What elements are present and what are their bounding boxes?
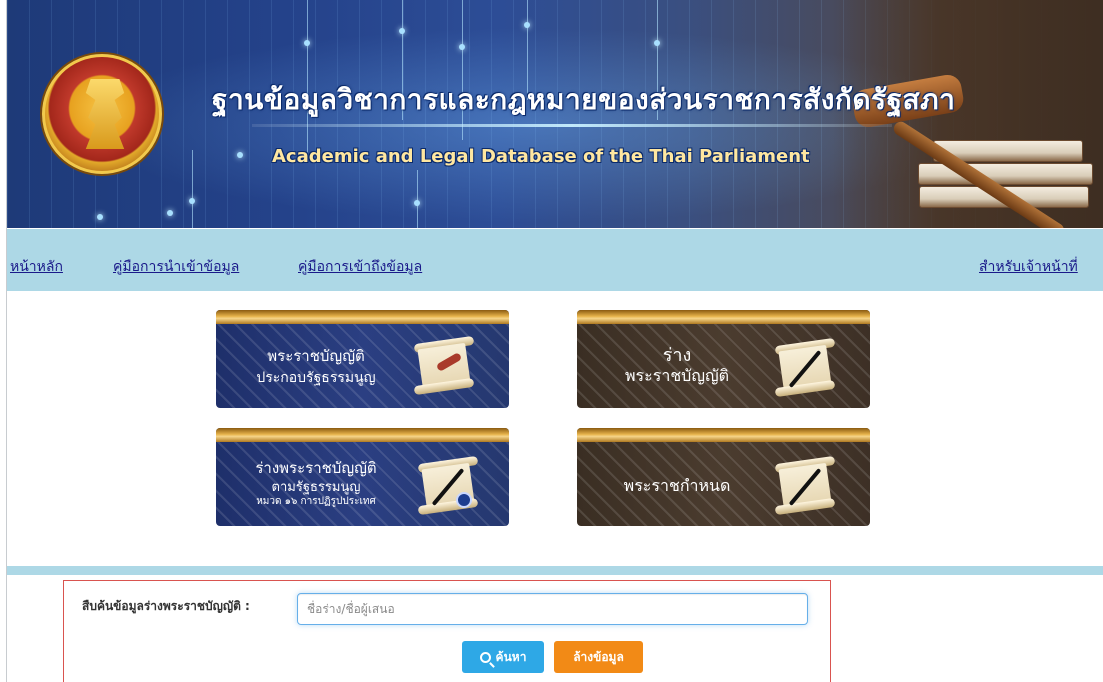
search-button-label: ค้นหา [495,649,527,664]
nav-staff-link[interactable]: สำหรับเจ้าหน้าที่ [979,256,1078,278]
search-button[interactable]: ค้นหา [462,641,544,673]
tile-label-line2: ประกอบรัฐธรรมนูญ [256,370,376,386]
nav-access-manual-link[interactable]: คู่มือการเข้าถึงข้อมูล [298,256,422,278]
tile-label-line1: พระราชกำหนด [623,476,731,495]
parliament-emblem-logo [42,54,162,174]
scroll-ribbon-icon [412,335,478,396]
scroll-seal-icon [416,455,482,516]
nav-home-link[interactable]: หน้าหลัก [10,256,63,278]
tile-royal-decree[interactable]: พระราชกำหนด [577,428,870,526]
tile-draft-act-constitution[interactable]: ร่างพระราชบัญญัติ ตามรัฐธรรมนูญ หมวด ๑๖ … [216,428,509,526]
scroll-pen-icon [773,337,839,398]
tile-organic-act[interactable]: พระราชบัญญัติ ประกอบรัฐธรรมนูญ [216,310,509,408]
tile-label-line1: พระราชบัญญัติ [267,347,365,365]
scroll-pen-icon [773,455,839,516]
section-divider [7,566,1103,575]
site-title-thai: ฐานข้อมูลวิชาการและกฎหมายของส่วนราชการสั… [212,83,956,116]
tile-label-line2: พระราชบัญญัติ [625,366,729,385]
nav-bar: หน้าหลัก คู่มือการนำเข้าข้อมูล คู่มือการ… [7,229,1103,291]
search-label: สืบค้นข้อมูลร่างพระราชบัญญัติ : [82,599,250,613]
search-input[interactable] [297,593,808,625]
search-icon [479,651,491,663]
nav-import-manual-link[interactable]: คู่มือการนำเข้าข้อมูล [113,256,239,278]
tile-label-line3: หมวด ๑๖ การปฏิรูปประเทศ [256,496,376,507]
clear-button-label: ล้างข้อมูล [573,649,624,664]
tile-draft-act[interactable]: ร่าง พระราชบัญญัติ [577,310,870,408]
header-banner: ฐานข้อมูลวิชาการและกฎหมายของส่วนราชการสั… [7,0,1103,228]
site-title-english: Academic and Legal Database of the Thai … [272,146,810,167]
search-panel: สืบค้นข้อมูลร่างพระราชบัญญัติ : ค้นหา ล้… [63,580,831,682]
clear-button[interactable]: ล้างข้อมูล [554,641,643,673]
